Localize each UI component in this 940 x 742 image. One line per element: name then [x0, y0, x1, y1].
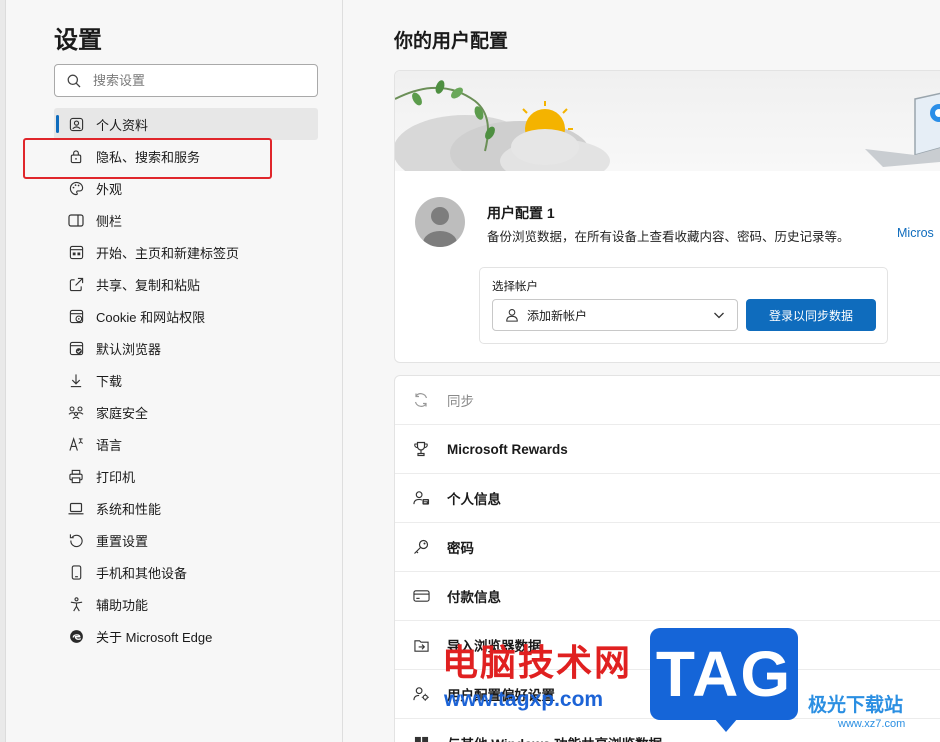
reset-icon [68, 532, 84, 548]
cookie-icon [68, 308, 84, 324]
sidebar-item-label: 关于 Microsoft Edge [96, 629, 213, 645]
sidebar-item-label: 侧栏 [96, 213, 123, 229]
sidebar-item-share[interactable]: 共享、复制和粘贴 [54, 268, 318, 300]
person-card-icon [411, 488, 431, 508]
row-label: 与其他 Windows 功能共享浏览数据 [447, 733, 662, 742]
profile-name: 用户配置 1 [487, 205, 555, 221]
home-tab-icon [68, 244, 84, 260]
sidebar-item-default-browser[interactable]: 默认浏览器 [54, 332, 318, 364]
profile-description: 备份浏览数据，在所有设备上查看收藏内容、密码、历史记录等。 [487, 230, 850, 244]
sidebar-item-label: 共享、复制和粘贴 [96, 277, 201, 293]
browser-icon [68, 340, 84, 356]
edge-icon [68, 628, 84, 644]
row-personal-info[interactable]: 个人信息 [395, 474, 940, 523]
settings-sidebar: 设置 个人资料 隐私、搜索和服务 外观 [6, 0, 343, 742]
microsoft-privacy-link[interactable]: Micros [897, 226, 934, 240]
sidebar-item-system[interactable]: 系统和性能 [54, 492, 318, 524]
sidebar-item-label: 隐私、搜索和服务 [96, 149, 201, 165]
sidebar-item-label: 家庭安全 [96, 405, 149, 421]
sidebar-item-phone[interactable]: 手机和其他设备 [54, 556, 318, 588]
sidebar-item-printers[interactable]: 打印机 [54, 460, 318, 492]
sidebar-title: 设置 [54, 27, 102, 54]
laptop-icon [68, 500, 84, 516]
sidebar-item-label: 手机和其他设备 [96, 565, 188, 581]
sidebar-item-reset[interactable]: 重置设置 [54, 524, 318, 556]
account-selector-panel: 选择帐户 添加新帐户 登录以同步数据 [479, 267, 888, 344]
sign-in-sync-button[interactable]: 登录以同步数据 [746, 299, 876, 331]
row-label: 付款信息 [447, 590, 501, 605]
profile-icon [68, 116, 84, 132]
sidebar-item-languages[interactable]: 语言 [54, 428, 318, 460]
trophy-icon [411, 439, 431, 459]
banner-illustration [395, 80, 940, 187]
key-icon [411, 537, 431, 557]
phone-icon [68, 564, 84, 580]
watermark-tag-logo: TAG [650, 628, 798, 732]
avatar[interactable] [415, 197, 465, 247]
account-label: 选择帐户 [492, 281, 538, 293]
sidebar-item-profile[interactable]: 个人资料 [54, 108, 318, 140]
sidebar-item-accessibility[interactable]: 辅助功能 [54, 588, 318, 620]
card-icon [411, 586, 431, 606]
sidebar-item-about[interactable]: 关于 Microsoft Edge [54, 620, 318, 652]
main-content: 你的用户配置 用户配置 1 备份浏览数据，在所有设备上查看收藏内容、密码、历史记… [344, 0, 940, 742]
watermark-url: www.tagxp.com [444, 688, 604, 711]
sidebar-nav: 个人资料 隐私、搜索和服务 外观 侧栏 开始、主页和新建标签页 共享、复制和粘贴… [54, 108, 318, 652]
search-box[interactable] [54, 64, 318, 97]
sidebar-item-privacy[interactable]: 隐私、搜索和服务 [54, 140, 318, 172]
row-label: 个人信息 [447, 492, 501, 507]
row-payment-info[interactable]: 付款信息 [395, 572, 940, 621]
import-icon [411, 635, 431, 655]
sidebar-item-appearance[interactable]: 外观 [54, 172, 318, 204]
palette-icon [68, 180, 84, 196]
search-icon [67, 74, 81, 87]
sidebar-item-label: 个人资料 [96, 117, 149, 133]
sidebar-item-label: 开始、主页和新建标签页 [96, 245, 240, 261]
sidebar-item-label: 重置设置 [96, 533, 149, 549]
share-icon [68, 276, 84, 292]
row-sync[interactable]: 同步 [395, 376, 940, 425]
language-icon [68, 436, 84, 452]
accessibility-icon [68, 596, 84, 612]
profile-card: 用户配置 1 备份浏览数据，在所有设备上查看收藏内容、密码、历史记录等。 Mic… [394, 70, 940, 363]
sidebar-item-label: Cookie 和网站权限 [96, 309, 206, 325]
lock-icon [68, 148, 84, 164]
family-icon [68, 404, 84, 420]
watermark-site-url: www.xz7.com [838, 718, 906, 730]
sidebar-item-cookies[interactable]: Cookie 和网站权限 [54, 300, 318, 332]
sidebar-item-family-safety[interactable]: 家庭安全 [54, 396, 318, 428]
chevron-down-icon [714, 312, 724, 319]
sidebar-item-label: 辅助功能 [96, 597, 149, 613]
download-icon [68, 372, 84, 388]
sync-icon [411, 390, 431, 410]
account-dropdown[interactable]: 添加新帐户 [492, 299, 738, 331]
sidebar-item-start-home[interactable]: 开始、主页和新建标签页 [54, 236, 318, 268]
sidebar-item-downloads[interactable]: 下载 [54, 364, 318, 396]
sidebar-item-label: 外观 [96, 181, 123, 197]
sidebar-item-sidebar[interactable]: 侧栏 [54, 204, 318, 236]
page-title: 你的用户配置 [394, 31, 509, 52]
profile-banner [395, 71, 940, 187]
row-label: Microsoft Rewards [447, 441, 568, 457]
person-icon [506, 309, 518, 322]
row-microsoft-rewards[interactable]: Microsoft Rewards [395, 425, 940, 474]
sidebar-icon [68, 212, 84, 228]
row-passwords[interactable]: 密码 [395, 523, 940, 572]
sidebar-item-label: 语言 [96, 437, 123, 453]
search-input[interactable] [93, 73, 293, 88]
account-dropdown-value: 添加新帐户 [527, 308, 588, 323]
watermark-site-name: 极光下载站 [808, 695, 904, 716]
sidebar-item-label: 打印机 [96, 469, 136, 485]
sidebar-item-label: 系统和性能 [96, 501, 162, 517]
sidebar-item-label: 默认浏览器 [96, 341, 162, 357]
printer-icon [68, 468, 84, 484]
sidebar-item-label: 下载 [96, 373, 123, 389]
watermark-title: 电脑技术网 [442, 642, 633, 683]
windows-icon [411, 733, 431, 742]
row-label: 密码 [447, 541, 474, 556]
row-label: 同步 [447, 394, 474, 409]
profile-settings-icon [411, 684, 431, 704]
